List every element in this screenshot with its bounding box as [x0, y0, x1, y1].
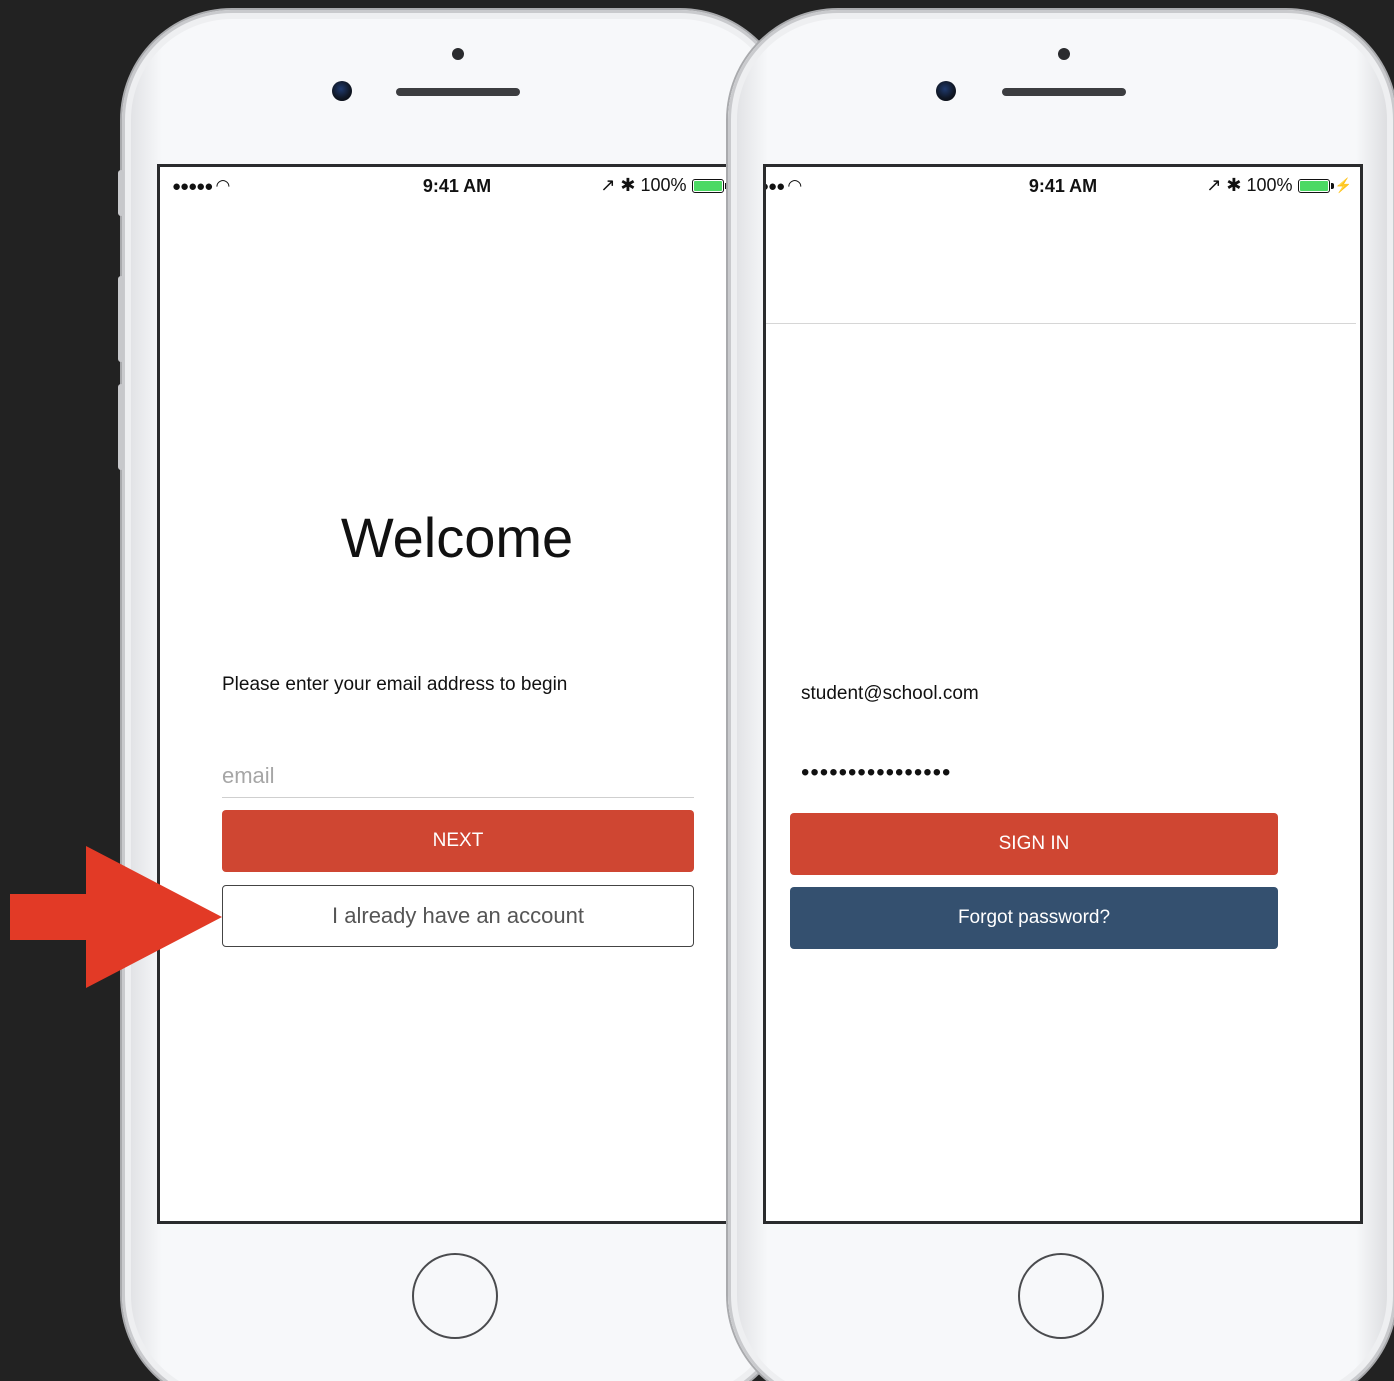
- earpiece-speaker: [396, 88, 520, 96]
- battery-level: [693, 180, 722, 191]
- earpiece-speaker: [1002, 88, 1126, 96]
- next-button[interactable]: NEXT: [222, 810, 694, 872]
- battery-level: [1299, 180, 1328, 191]
- battery-icon: [691, 178, 728, 193]
- signin-password-field[interactable]: ••••••••••••••••: [801, 759, 951, 787]
- front-camera: [332, 81, 352, 101]
- location-icon: ↗: [600, 175, 616, 195]
- sign-in-button[interactable]: SIGN IN: [790, 813, 1278, 875]
- arrow-right-icon: [10, 846, 222, 988]
- battery-icon: [1297, 178, 1334, 193]
- volume-down-button: [118, 384, 124, 470]
- proximity-sensor: [452, 48, 464, 60]
- battery-tip: [1330, 182, 1334, 189]
- chevron-left-icon[interactable]: ‹: [763, 263, 765, 303]
- battery-percent: 100%: [640, 175, 687, 195]
- presentation-stage: ●●●●● ◠ 9:41 AM ↗ ✱ 100% ⚡ Welcome Pleas…: [0, 0, 1394, 1381]
- status-bar: ●●● ◠ 9:41 AM ↗ ✱ 100% ⚡: [766, 167, 1360, 207]
- proximity-sensor: [1058, 48, 1070, 60]
- home-button: [1018, 1253, 1104, 1339]
- existing-account-button[interactable]: I already have an account: [222, 885, 694, 947]
- bluetooth-icon: ✱: [1226, 175, 1242, 195]
- battery-percent: 100%: [1246, 175, 1293, 195]
- front-camera: [936, 81, 956, 101]
- phone-frame-right: ●●● ◠ 9:41 AM ↗ ✱ 100% ⚡ ‹ student@schoo…: [728, 10, 1394, 1381]
- location-icon: ↗: [1206, 175, 1222, 195]
- status-right: ↗ ✱ 100% ⚡: [600, 175, 746, 196]
- status-bar: ●●●●● ◠ 9:41 AM ↗ ✱ 100% ⚡: [160, 167, 754, 207]
- email-prompt-text: Please enter your email address to begin: [222, 674, 568, 695]
- phone-frame-left: ●●●●● ◠ 9:41 AM ↗ ✱ 100% ⚡ Welcome Pleas…: [118, 10, 790, 1381]
- welcome-screen: ●●●●● ◠ 9:41 AM ↗ ✱ 100% ⚡ Welcome Pleas…: [157, 164, 757, 1224]
- volume-up-button: [118, 276, 124, 362]
- signin-email-field[interactable]: student@school.com: [801, 683, 979, 705]
- home-button: [412, 1253, 498, 1339]
- charging-icon: ⚡: [1334, 177, 1352, 193]
- welcome-title: Welcome: [340, 506, 574, 569]
- mute-switch: [118, 170, 124, 216]
- status-right: ↗ ✱ 100% ⚡: [1206, 175, 1352, 196]
- forgot-password-button[interactable]: Forgot password?: [790, 887, 1278, 949]
- nav-bar-divider: [766, 323, 1356, 324]
- email-input[interactable]: [222, 755, 694, 798]
- bluetooth-icon: ✱: [620, 175, 636, 195]
- signin-screen: ●●● ◠ 9:41 AM ↗ ✱ 100% ⚡ ‹ student@schoo…: [763, 164, 1363, 1224]
